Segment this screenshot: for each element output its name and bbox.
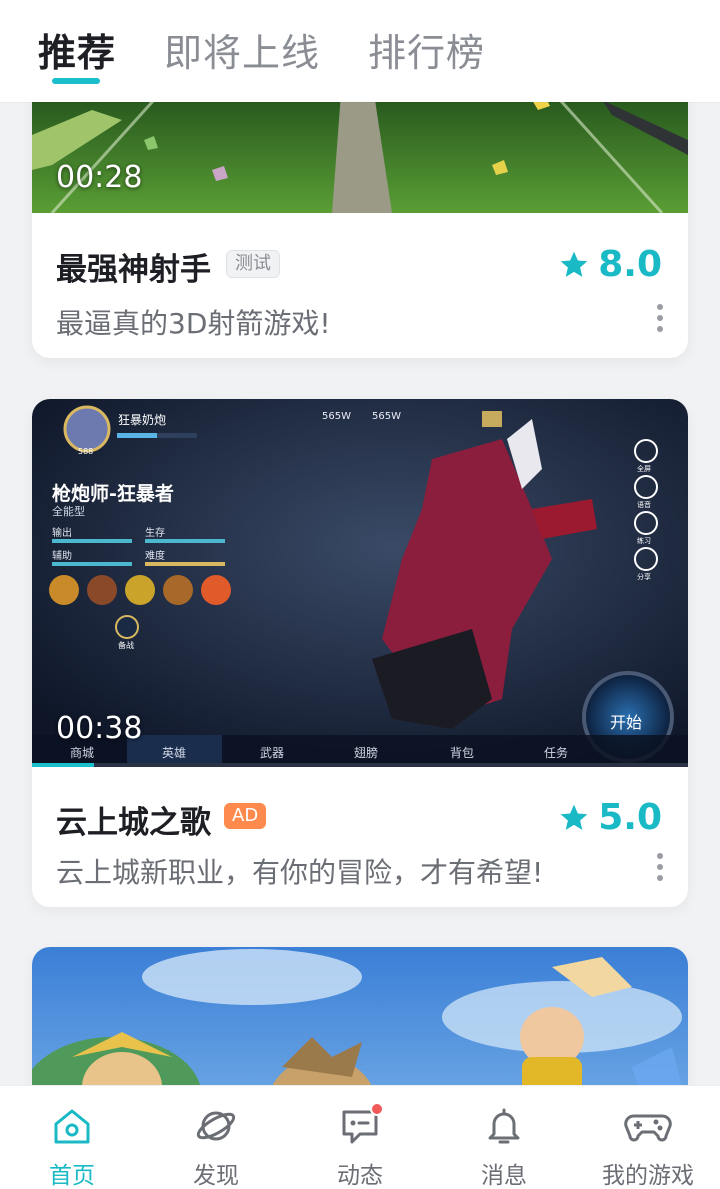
game-rating: 8.0 — [558, 244, 662, 285]
hero-class-name: 枪炮师-狂暴者 — [52, 483, 174, 505]
side-button-label: 分享 — [637, 573, 651, 581]
game-card[interactable]: 00:28 最强神射手 测试 8.0 最逼真的3D射箭游戏! — [32, 80, 688, 358]
game-start-label: 开始 — [610, 713, 643, 732]
currency-diamond: 565W — [322, 411, 351, 422]
nav-activity[interactable]: 动态 — [288, 1086, 432, 1189]
star-icon — [560, 804, 588, 830]
stat-label: 辅助 — [52, 551, 72, 562]
nav-label: 动态 — [337, 1163, 383, 1189]
game-tab: 武器 — [260, 746, 285, 760]
hero-class-type: 全能型 — [52, 505, 85, 518]
test-tag: 测试 — [226, 250, 280, 278]
game-rating: 5.0 — [558, 797, 662, 838]
game-description: 最逼真的3D射箭游戏! — [56, 307, 331, 340]
tab-upcoming[interactable]: 即将上线 — [164, 22, 320, 77]
top-tab-bar: 推荐 即将上线 排行榜 — [0, 0, 720, 102]
nav-label: 消息 — [481, 1163, 527, 1189]
player-name: 狂暴奶炮 — [118, 413, 167, 427]
more-options-icon[interactable] — [656, 853, 664, 881]
game-tab: 翅膀 — [354, 746, 379, 760]
tab-ranking[interactable]: 排行榜 — [368, 22, 485, 77]
stat-label: 难度 — [145, 551, 165, 562]
side-button-label: 全屏 — [637, 465, 651, 473]
game-tab: 英雄 — [162, 746, 187, 760]
active-tab-indicator — [52, 78, 100, 84]
nav-label: 首页 — [49, 1163, 95, 1189]
rating-score: 5.0 — [598, 797, 662, 838]
game-tab: 任务 — [544, 746, 569, 760]
stat-label: 输出 — [52, 528, 72, 539]
planet-icon — [196, 1111, 236, 1141]
game-video-thumbnail[interactable]: 狂暴奶炮 588 565W 565W 枪炮师-狂暴者 全能型 输出 生存 辅助 … — [32, 399, 688, 767]
nav-label: 我的游戏 — [602, 1163, 694, 1189]
more-options-icon[interactable] — [656, 304, 664, 332]
rating-score: 8.0 — [598, 244, 662, 285]
nav-my-games[interactable]: 我的游戏 — [576, 1086, 720, 1189]
nav-messages[interactable]: 消息 — [432, 1086, 576, 1189]
bell-icon — [488, 1108, 520, 1144]
side-button-label: 语音 — [637, 501, 651, 509]
prep-label: 备战 — [118, 641, 134, 650]
star-icon — [560, 251, 588, 277]
game-tab: 背包 — [450, 746, 475, 760]
game-description: 云上城新职业，有你的冒险，才有希望! — [56, 856, 544, 889]
bottom-navigation: 首页 发现 动态 消息 我的游戏 — [0, 1085, 720, 1189]
video-duration: 00:28 — [56, 160, 143, 195]
game-title[interactable]: 云上城之歌 — [56, 797, 211, 842]
side-button-label: 练习 — [637, 537, 651, 545]
stat-label: 生存 — [145, 528, 165, 539]
notification-dot — [370, 1102, 384, 1116]
currency-gold: 565W — [372, 411, 401, 422]
tab-recommended[interactable]: 推荐 — [38, 22, 116, 77]
game-title[interactable]: 最强神射手 — [56, 244, 211, 289]
nav-home[interactable]: 首页 — [0, 1086, 144, 1189]
home-icon — [54, 1109, 90, 1144]
ad-tag: AD — [224, 803, 267, 829]
player-level: 588 — [78, 447, 94, 456]
nav-label: 发现 — [193, 1163, 239, 1189]
gamepad-icon — [624, 1114, 672, 1142]
game-tab: 商城 — [70, 746, 95, 760]
feed: 00:28 最强神射手 测试 8.0 最逼真的3D射箭游戏! 狂暴奶炮 588 … — [0, 0, 720, 1189]
nav-discover[interactable]: 发现 — [144, 1086, 288, 1189]
video-duration: 00:38 — [56, 711, 143, 746]
game-card[interactable]: 狂暴奶炮 588 565W 565W 枪炮师-狂暴者 全能型 输出 生存 辅助 … — [32, 399, 688, 907]
